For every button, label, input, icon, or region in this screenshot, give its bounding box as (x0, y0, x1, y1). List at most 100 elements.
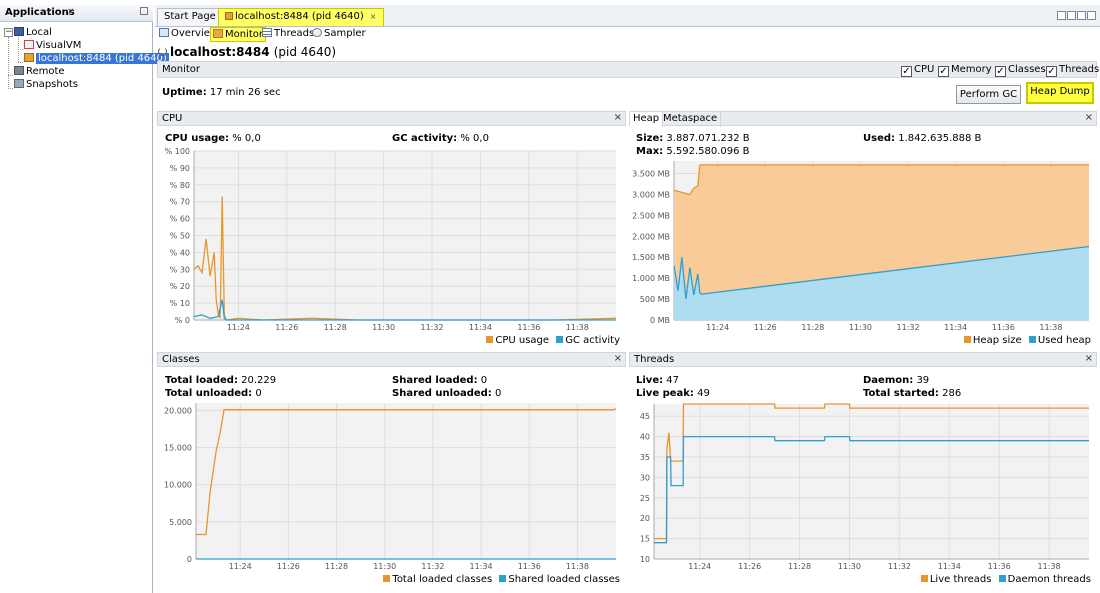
y-tick-label: % 100 (165, 147, 190, 156)
scroll-left-icon[interactable] (1057, 11, 1066, 20)
tab-label: localhost:8484 (pid 4640) (235, 11, 364, 22)
maximize-icon[interactable] (1087, 11, 1096, 20)
x-tick-label: 11:34 (469, 323, 492, 332)
legend-swatch (383, 575, 391, 582)
tree-item-snapshots[interactable]: Snapshots (14, 78, 78, 91)
tree-item-local[interactable]: Local (14, 26, 52, 39)
checkbox-cpu[interactable]: ✓ CPU (901, 64, 934, 77)
tab-localhost[interactable]: localhost:8484 (pid 4640) × (218, 8, 384, 26)
tab-list-icon[interactable] (1077, 11, 1086, 20)
checkbox-memory[interactable]: ✓ Memory (938, 64, 992, 77)
x-tick-label: 11:28 (324, 323, 347, 332)
x-tick-label: 11:32 (420, 323, 443, 332)
tree-item-label: Local (26, 27, 52, 38)
heap-dump-button[interactable]: Heap Dump (1026, 82, 1094, 104)
minimize-icon[interactable] (140, 7, 148, 15)
tab-close-icon[interactable]: × (370, 12, 377, 21)
cpu-panel: CPU × CPU usage: % 0,0 GC activity: % 0,… (157, 111, 626, 351)
y-tick-label: % 80 (170, 181, 190, 190)
checkbox-label: Classes (1008, 64, 1046, 75)
x-tick-label: 11:30 (849, 323, 872, 332)
x-tick-label: 11:38 (566, 323, 589, 332)
x-tick-label: 11:30 (838, 562, 861, 571)
y-tick-label: % 70 (170, 198, 190, 207)
checkbox-label: Memory (951, 64, 992, 75)
x-tick-label: 11:32 (421, 562, 444, 571)
x-tick-label: 11:36 (992, 323, 1015, 332)
subtab-sampler[interactable]: Sampler (310, 27, 368, 42)
y-tick-label: 25 (640, 494, 650, 503)
y-tick-label: 40 (640, 433, 650, 442)
uptime: Uptime: 17 min 26 sec (162, 87, 281, 98)
x-tick-label: 11:38 (1038, 562, 1061, 571)
y-tick-label: 30 (640, 473, 650, 482)
applications-close-icon[interactable]: × (67, 7, 75, 17)
x-tick-label: 11:24 (227, 323, 250, 332)
tree-connector (8, 37, 9, 87)
y-tick-label: 1.500 MB (632, 253, 670, 262)
y-tick-label: 0 (187, 555, 192, 564)
visualvm-icon (24, 40, 34, 49)
scroll-right-icon[interactable] (1067, 11, 1076, 20)
vm-name: localhost:8484 (170, 45, 270, 59)
x-tick-label: 11:28 (801, 323, 824, 332)
checkbox-threads[interactable]: ✓ Threads (1046, 64, 1099, 77)
tree-item-label: Snapshots (26, 79, 78, 90)
y-tick-label: 10 (640, 555, 650, 564)
tree-item-label: VisualVM (36, 40, 82, 51)
legend-label: Daemon threads (1007, 574, 1091, 585)
collapse-local-icon[interactable]: − (4, 28, 13, 37)
tree-item-localhost[interactable]: localhost:8484 (pid 4640) (24, 52, 169, 65)
perform-gc-button[interactable]: Perform GC (956, 85, 1021, 104)
subtab-threads[interactable]: Threads (260, 27, 316, 42)
legend-label: Heap size (972, 335, 1022, 346)
x-tick-label: 11:34 (470, 562, 493, 571)
x-tick-label: 11:24 (706, 323, 729, 332)
x-tick-label: 11:36 (988, 562, 1011, 571)
x-tick-label: 11:28 (788, 562, 811, 571)
legend-label: Shared loaded classes (508, 574, 620, 585)
refresh-icon (158, 47, 167, 56)
x-tick-label: 11:26 (754, 323, 777, 332)
y-tick-label: 0 MB (650, 316, 670, 325)
java-app-icon (225, 12, 233, 20)
threads-legend: Live threads Daemon threads (920, 574, 1091, 585)
legend-swatch (998, 575, 1006, 582)
y-tick-label: 500 MB (640, 295, 670, 304)
checkbox-classes[interactable]: ✓ Classes (995, 64, 1046, 77)
x-tick-label: 11:24 (229, 562, 252, 571)
subtab-label: Sampler (324, 28, 366, 39)
y-tick-label: 2.500 MB (632, 211, 670, 220)
tree-item-visualvm[interactable]: VisualVM (24, 39, 81, 52)
tab-label: Start Page (164, 11, 216, 22)
heap-legend: Heap size Used heap (963, 335, 1091, 346)
tree-item-remote[interactable]: Remote (14, 65, 65, 78)
heap-chart: 0 MB 500 MB 1.000 MB 1.500 MB 2.000 MB 2.500 … (632, 161, 1090, 332)
heap-panel: Heap Metaspace × Size: 3.887.071.232 B U… (629, 111, 1097, 351)
threads-icon (262, 28, 272, 37)
view-subtabs: Overview Monitor Threads Sampler (155, 27, 1100, 42)
y-tick-label: 2.000 MB (632, 232, 670, 241)
x-tick-label: 11:36 (518, 562, 541, 571)
sampler-icon (312, 28, 322, 37)
tree-connector (18, 49, 23, 50)
overview-icon (159, 28, 169, 37)
computer-icon (14, 27, 24, 36)
subtab-monitor[interactable]: Monitor (210, 27, 267, 42)
checkbox-label: Threads (1059, 64, 1100, 75)
y-tick-label: % 60 (170, 215, 190, 224)
plot-area (196, 403, 616, 559)
x-tick-label: 11:32 (897, 323, 920, 332)
remote-host-icon (14, 66, 24, 75)
x-tick-label: 11:26 (275, 323, 298, 332)
x-tick-label: 11:26 (738, 562, 761, 571)
cpu-legend: CPU usage GC activity (486, 335, 620, 346)
threads-chart: 10 15 20 25 30 35 40 45 11:24 11:26 11:28 11:30 11:3… (640, 403, 1089, 571)
y-tick-label: 15.000 (164, 444, 192, 453)
x-tick-label: 11:38 (566, 562, 589, 571)
java-app-icon (24, 53, 34, 62)
page-title: localhost:8484 (pid 4640) (158, 45, 336, 59)
tree-item-label: Remote (26, 66, 65, 77)
legend-label: CPU usage (495, 335, 550, 346)
x-tick-label: 11:24 (688, 562, 711, 571)
